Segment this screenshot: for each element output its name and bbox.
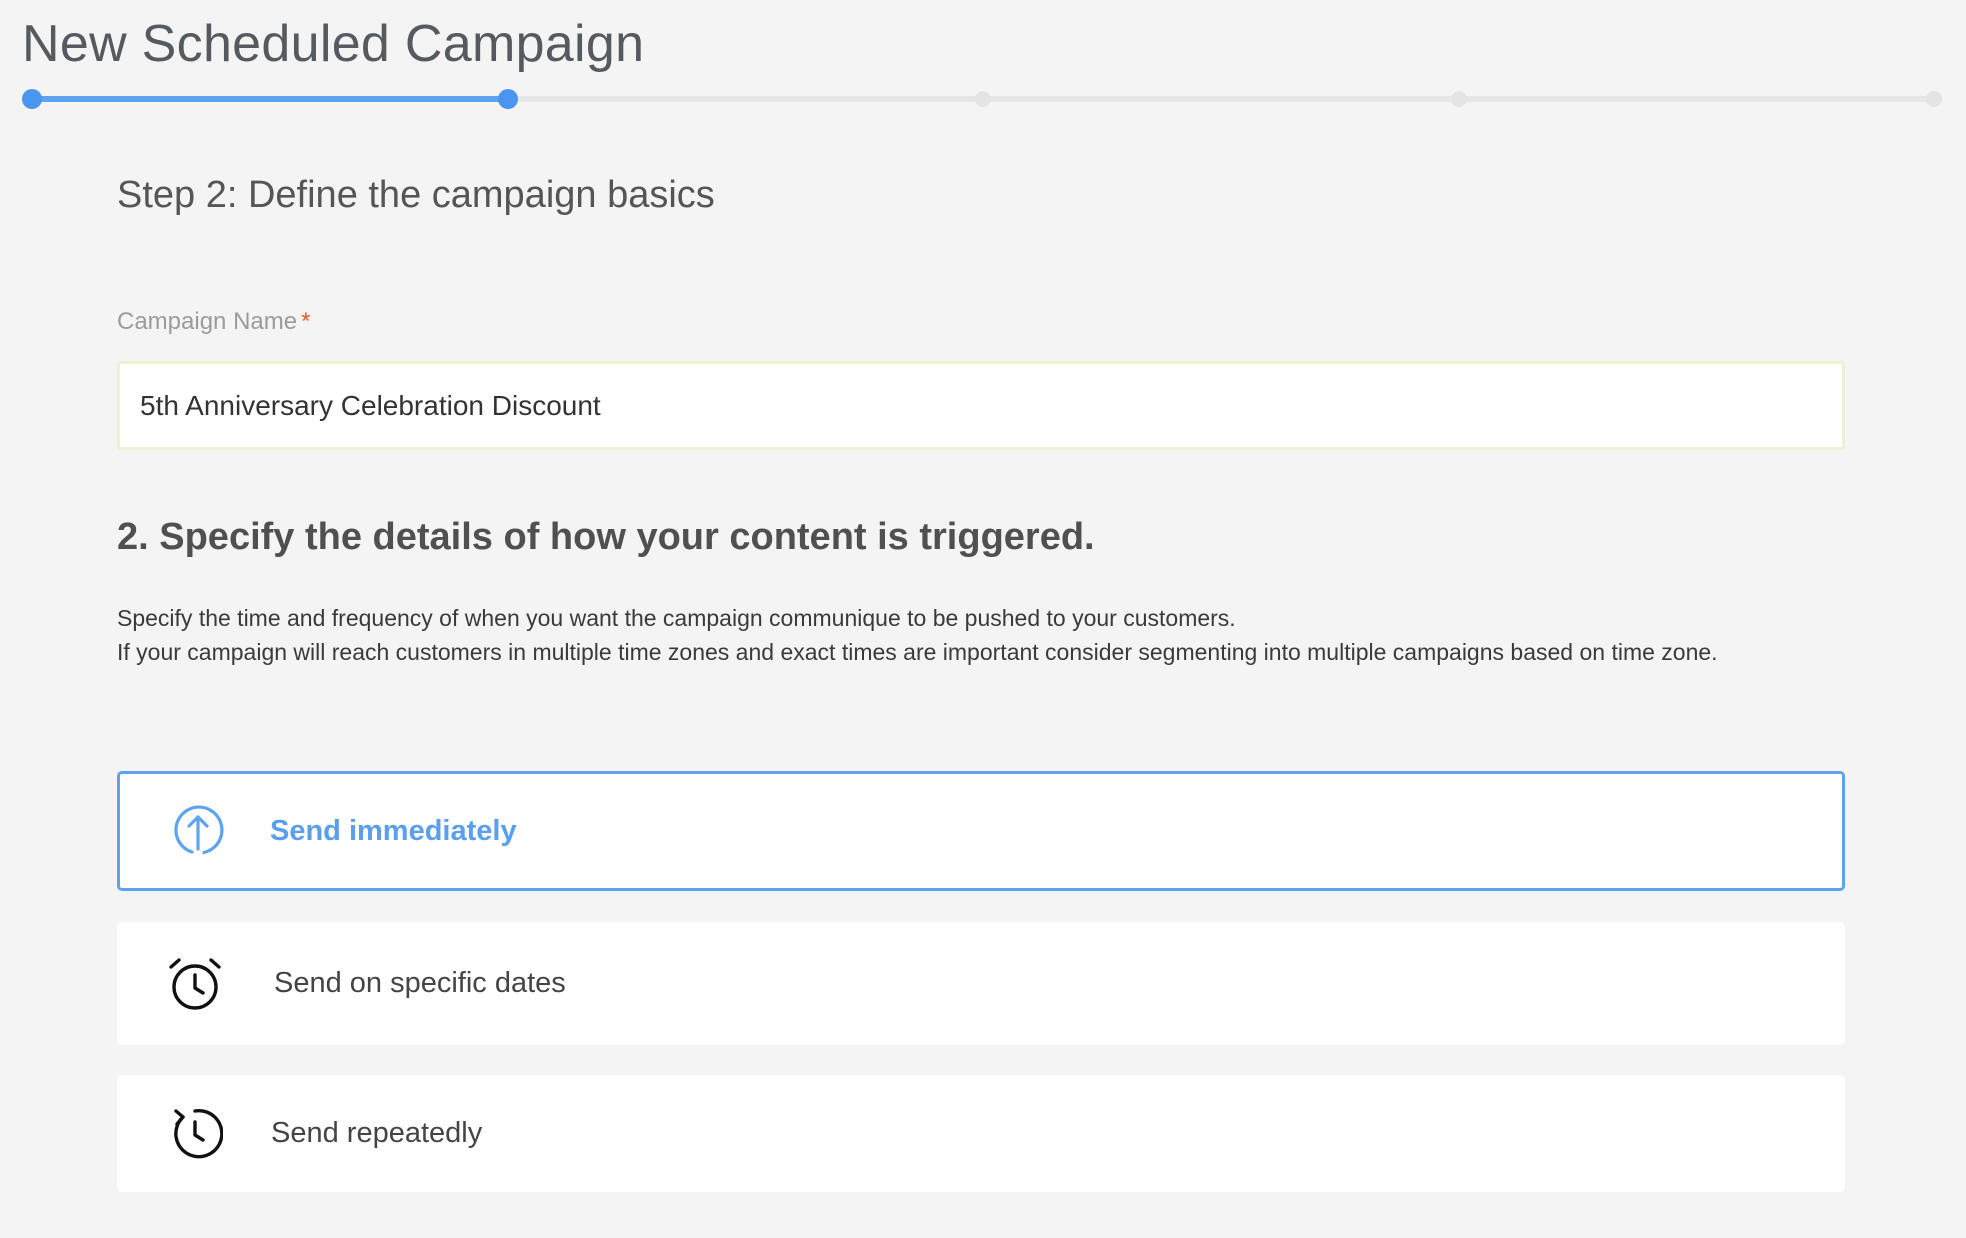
page: New Scheduled Campaign Step 2: Define th… bbox=[0, 0, 1966, 1238]
campaign-name-input[interactable] bbox=[117, 361, 1845, 450]
option-send-immediately[interactable]: Send immediately bbox=[117, 771, 1845, 891]
trigger-description-line-1: Specify the time and frequency of when y… bbox=[117, 605, 1236, 631]
campaign-name-label: Campaign Name * bbox=[117, 308, 310, 336]
step-heading: Step 2: Define the campaign basics bbox=[117, 174, 715, 216]
stepper-step-5-dot bbox=[1926, 91, 1942, 107]
option-label: Send immediately bbox=[270, 814, 517, 847]
trigger-description-line-2: If your campaign will reach customers in… bbox=[117, 639, 1718, 665]
stepper-step-2-dot bbox=[497, 89, 518, 109]
option-label: Send on specific dates bbox=[274, 967, 566, 999]
repeat-clock-icon bbox=[167, 1106, 224, 1162]
stepper-step-4-dot bbox=[1450, 91, 1467, 107]
stepper-progress-fill bbox=[32, 96, 508, 102]
option-label: Send repeatedly bbox=[271, 1117, 483, 1149]
stepper-step-3-dot bbox=[975, 91, 991, 107]
option-send-on-specific-dates[interactable]: Send on specific dates bbox=[117, 922, 1845, 1045]
required-marker: * bbox=[301, 308, 311, 335]
stepper-step-1-dot bbox=[22, 89, 42, 109]
page-title: New Scheduled Campaign bbox=[22, 15, 645, 73]
option-send-repeatedly[interactable]: Send repeatedly bbox=[117, 1075, 1845, 1192]
progress-stepper bbox=[22, 88, 1944, 110]
trigger-section-heading: 2. Specify the details of how your conte… bbox=[117, 516, 1095, 558]
campaign-name-label-text: Campaign Name bbox=[117, 308, 298, 335]
send-up-arrow-icon bbox=[170, 803, 226, 859]
trigger-description: Specify the time and frequency of when y… bbox=[117, 601, 1845, 669]
alarm-clock-icon bbox=[167, 956, 223, 1012]
